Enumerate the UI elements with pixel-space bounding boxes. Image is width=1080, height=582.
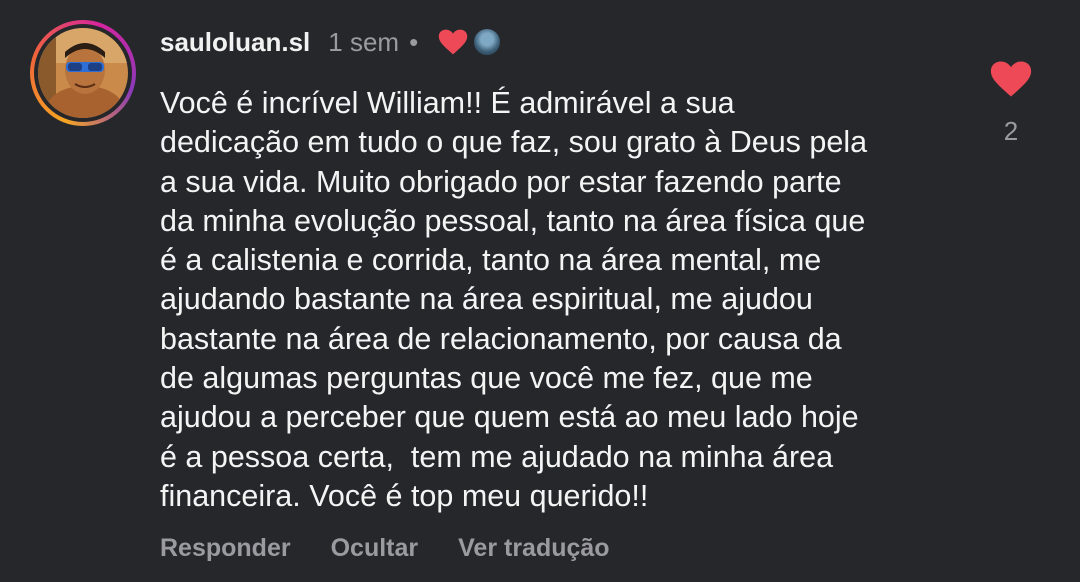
- avatar[interactable]: [30, 20, 136, 126]
- creator-liked-heart-icon: [438, 29, 468, 55]
- username[interactable]: sauloluan.sl: [160, 27, 310, 58]
- avatar-border: [34, 24, 132, 122]
- reply-button[interactable]: Responder: [160, 534, 291, 563]
- comment-time: 1 sem: [328, 26, 400, 57]
- comment: sauloluan.sl 1 sem • Você é incrível Wil…: [0, 0, 1080, 582]
- like-button[interactable]: [990, 60, 1032, 98]
- comment-header: sauloluan.sl 1 sem •: [160, 24, 503, 60]
- hide-button[interactable]: Ocultar: [331, 534, 419, 563]
- creator-avatar-icon: [472, 27, 503, 57]
- comment-actions: Responder Ocultar Ver tradução: [160, 534, 650, 563]
- like-count: 2: [1003, 116, 1019, 146]
- heart-icon: [990, 61, 1032, 97]
- comment-text: Você é incrível William!! É admirável a …: [160, 86, 868, 513]
- profile-photo-icon: [38, 28, 128, 118]
- separator-dot: •: [409, 26, 419, 57]
- avatar-photo: [38, 28, 128, 118]
- translate-button[interactable]: Ver tradução: [458, 534, 609, 563]
